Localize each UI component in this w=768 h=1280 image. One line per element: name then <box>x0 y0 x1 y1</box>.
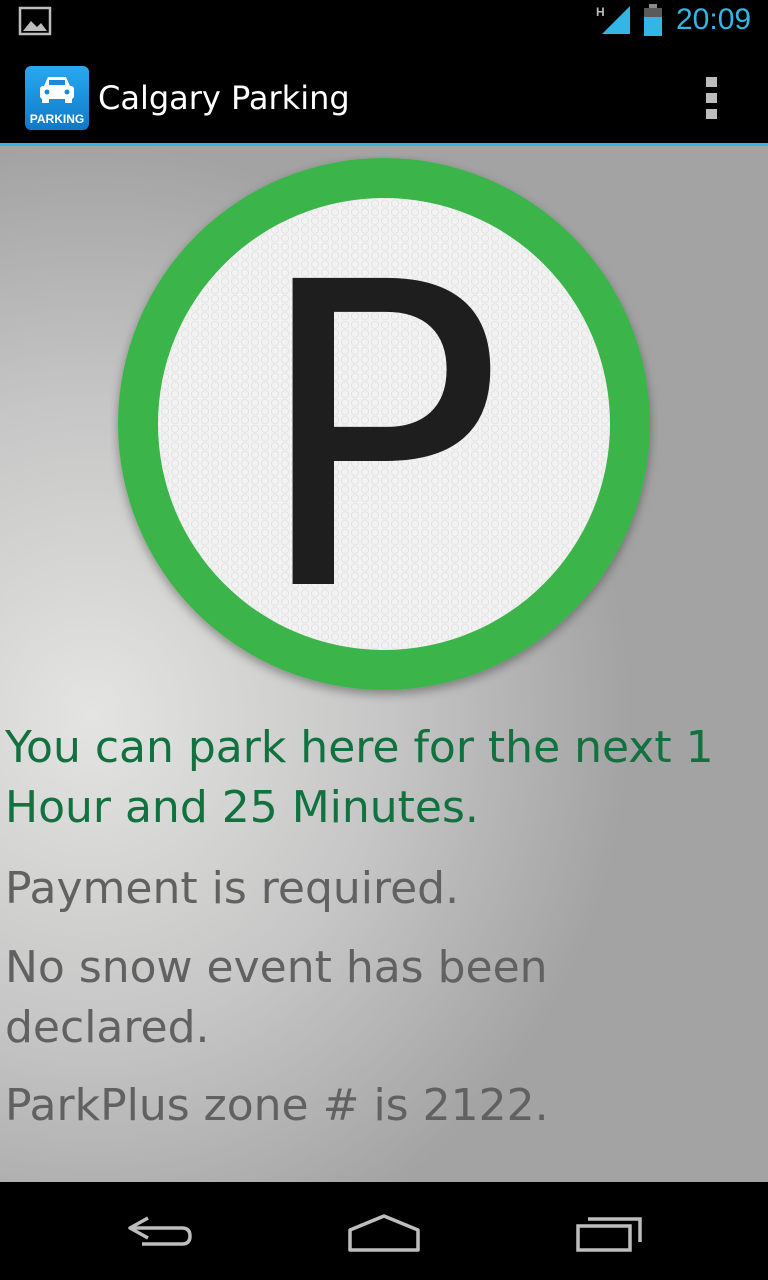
park-duration-message: You can park here for the next 1 Hour an… <box>5 722 714 833</box>
parking-status-panel: P You can park here for the next 1 Hour … <box>0 146 768 1182</box>
action-bar: PARKING Calgary Parking <box>0 50 768 146</box>
navigation-bar <box>0 1182 768 1280</box>
battery-icon <box>644 4 662 36</box>
app-icon-label: PARKING <box>29 112 85 126</box>
network-type-label: H <box>596 5 605 19</box>
app-title: Calgary Parking <box>98 79 350 117</box>
image-icon <box>18 6 52 36</box>
snow-event-message: No snow event has been declared. <box>5 942 548 1053</box>
app-icon[interactable]: PARKING <box>25 66 89 130</box>
zone-message: ParkPlus zone # is 2122. <box>5 1080 549 1131</box>
parking-car-icon <box>40 77 74 103</box>
recent-apps-icon[interactable] <box>570 1208 650 1256</box>
home-icon[interactable] <box>344 1208 424 1256</box>
overflow-menu-icon[interactable] <box>700 75 724 121</box>
parking-sign-icon: P <box>118 158 650 690</box>
status-clock: 20:09 <box>676 3 752 36</box>
signal-icon: H <box>596 5 630 34</box>
payment-message: Payment is required. <box>5 863 460 914</box>
status-bar: H 20:09 <box>0 0 768 50</box>
sign-letter: P <box>251 195 504 684</box>
back-icon[interactable] <box>120 1208 200 1256</box>
